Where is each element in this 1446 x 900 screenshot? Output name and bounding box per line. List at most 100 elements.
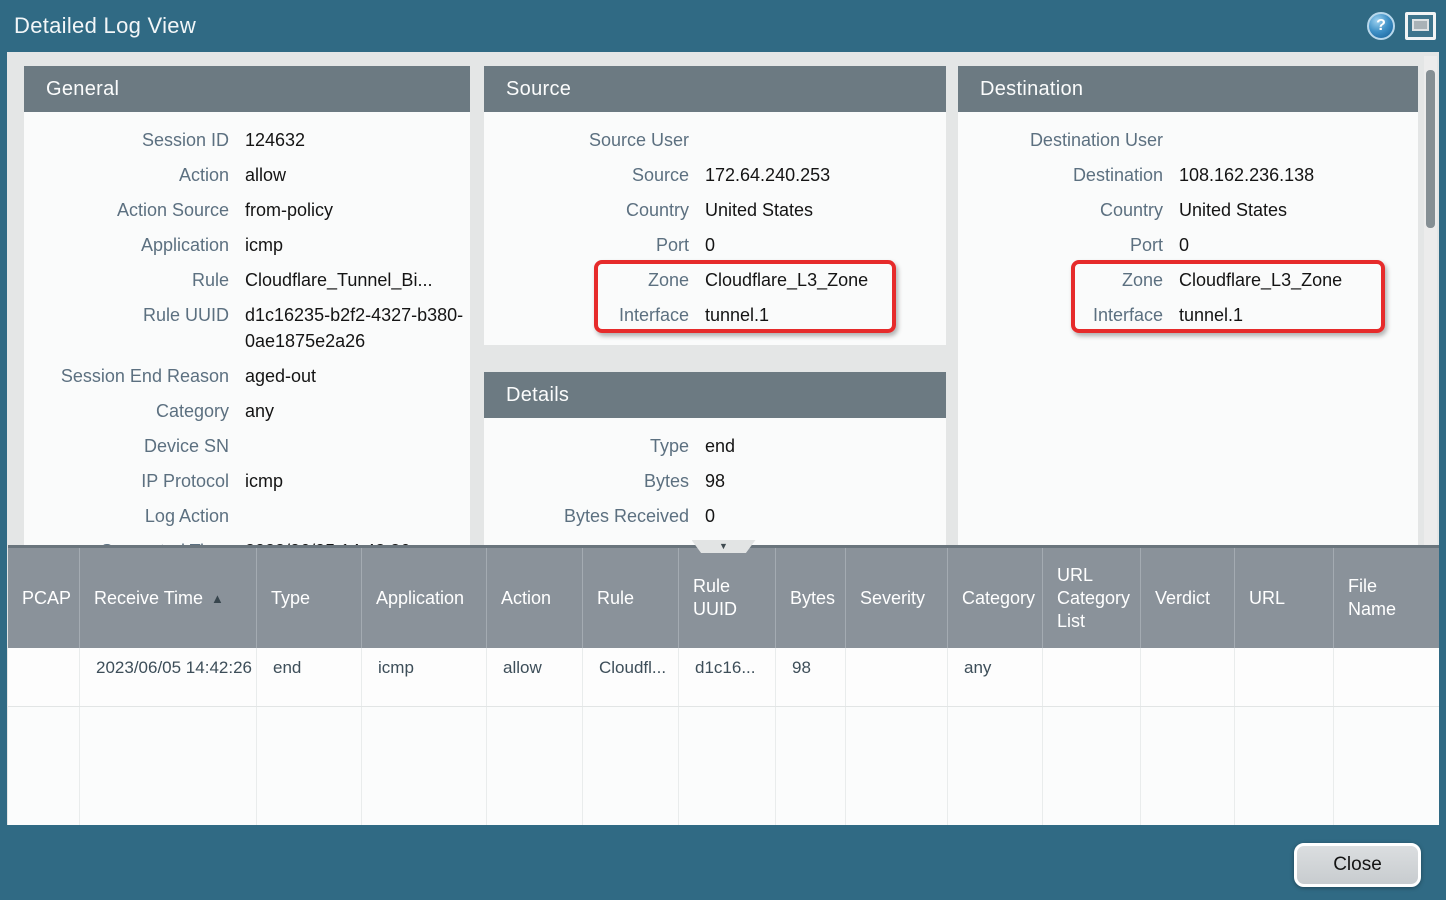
table-filler-cell	[948, 707, 1043, 825]
column-header[interactable]: Receive Time ▲	[80, 548, 257, 648]
field-value: 124632	[245, 127, 305, 153]
field-row: Bytes 98	[484, 468, 946, 494]
field-row: Bytes Received 0	[484, 503, 946, 529]
field-label: Port	[484, 232, 689, 258]
field-value: allow	[245, 162, 286, 188]
table-cell	[846, 648, 948, 706]
table-filler-cell	[846, 707, 948, 825]
source-zone-highlight-box	[594, 260, 896, 333]
scrollbar-thumb[interactable]	[1426, 70, 1435, 228]
column-header[interactable]: URL	[1235, 548, 1334, 648]
field-label: Action Source	[24, 197, 229, 223]
field-row: Port 0	[958, 232, 1418, 258]
field-value: United States	[1179, 197, 1287, 223]
column-header[interactable]: PCAP	[8, 548, 80, 648]
column-header-label: URL Category List	[1057, 564, 1130, 633]
close-button[interactable]: Close	[1294, 843, 1421, 887]
panel-general: General Session ID 124632 Action allow A…	[24, 66, 470, 611]
panel-destination: Destination Destination User Destination…	[958, 66, 1418, 611]
table-filler-cell	[776, 707, 846, 825]
table-cell: end	[257, 648, 362, 706]
table-row[interactable]: 2023/06/05 14:42:26 end icmp allow Cloud…	[8, 648, 1439, 707]
collapse-table-handle[interactable]: ▼	[692, 540, 756, 553]
table-filler-cell	[362, 707, 487, 825]
column-header[interactable]: Application	[362, 548, 487, 648]
maximize-icon[interactable]	[1405, 12, 1436, 40]
field-row: Session ID 124632	[24, 127, 470, 153]
dialog-title: Detailed Log View	[14, 13, 196, 39]
field-value: Cloudflare_Tunnel_Bi...	[245, 267, 432, 293]
column-header[interactable]: Category	[948, 548, 1043, 648]
field-label: Country	[484, 197, 689, 223]
field-label: Device SN	[24, 433, 229, 459]
panel-source-header: Source	[484, 66, 946, 112]
column-header-label: Receive Time	[94, 587, 203, 610]
column-header[interactable]: File Name	[1334, 548, 1439, 648]
table-filler-cell	[583, 707, 679, 825]
field-label: Rule	[24, 267, 229, 293]
field-row: Type end	[484, 433, 946, 459]
field-label: IP Protocol	[24, 468, 229, 494]
table-cell	[1141, 648, 1235, 706]
table-header: PCAP Receive Time ▲ Type Applicat	[8, 548, 1439, 648]
column-header-label: Application	[376, 587, 464, 610]
column-header[interactable]: Rule UUID	[679, 548, 776, 648]
field-row: Rule Cloudflare_Tunnel_Bi...	[24, 267, 470, 293]
field-row: Country United States	[958, 197, 1418, 223]
field-row: Port 0	[484, 232, 946, 258]
column-header-label: Rule	[597, 587, 634, 610]
column-header-label: Rule UUID	[693, 575, 763, 621]
collapse-caret-icon: ▼	[719, 542, 728, 551]
scrollbar-track[interactable]	[1424, 56, 1437, 545]
table-filler	[8, 707, 1439, 825]
field-row: Rule UUID d1c16235-b2f2-4327-b380-0ae187…	[24, 302, 470, 354]
table-cell: allow	[487, 648, 583, 706]
titlebar-icons: ?	[1367, 12, 1436, 40]
column-header-label: Verdict	[1155, 587, 1210, 610]
table-filler-cell	[1141, 707, 1235, 825]
table-cell: 2023/06/05 14:42:26	[80, 648, 257, 706]
column-header-label: Action	[501, 587, 551, 610]
field-row: Source 172.64.240.253	[484, 162, 946, 188]
column-header[interactable]: Bytes	[776, 548, 846, 648]
field-value: icmp	[245, 468, 283, 494]
panel-details-fields: Type end Bytes 98 Bytes Received 0	[484, 418, 946, 529]
field-row: Action allow	[24, 162, 470, 188]
column-header[interactable]: Severity	[846, 548, 948, 648]
field-label: Port	[958, 232, 1163, 258]
maximize-icon-inner	[1412, 19, 1429, 31]
field-label: Source User	[484, 127, 689, 153]
detailed-log-view-dialog: Detailed Log View ? General Session ID 1…	[0, 0, 1446, 900]
field-label: Type	[484, 433, 689, 459]
field-value: icmp	[245, 232, 283, 258]
field-row: Application icmp	[24, 232, 470, 258]
table-filler-cell	[487, 707, 583, 825]
panel-destination-header: Destination	[958, 66, 1418, 112]
column-header[interactable]: URL Category List	[1043, 548, 1141, 648]
table-filler-cell	[8, 707, 80, 825]
column-header[interactable]: Verdict	[1141, 548, 1235, 648]
field-label: Source	[484, 162, 689, 188]
table-cell: icmp	[362, 648, 487, 706]
field-value: 0	[705, 232, 715, 258]
column-header-label: PCAP	[22, 587, 71, 610]
table-cell: Cloudfl...	[583, 648, 679, 706]
table-cell	[1043, 648, 1141, 706]
field-label: Session ID	[24, 127, 229, 153]
field-value: 98	[705, 468, 725, 494]
column-header-label: Bytes	[790, 587, 835, 610]
table-cell: 98	[776, 648, 846, 706]
table-filler-cell	[1043, 707, 1141, 825]
field-label: Country	[958, 197, 1163, 223]
column-header[interactable]: Type	[257, 548, 362, 648]
panel-general-fields: Session ID 124632 Action allow Action So…	[24, 112, 470, 564]
field-row: Destination 108.162.236.138	[958, 162, 1418, 188]
help-icon[interactable]: ?	[1367, 12, 1395, 40]
field-label: Session End Reason	[24, 363, 229, 389]
column-header[interactable]: Rule	[583, 548, 679, 648]
field-label: Log Action	[24, 503, 229, 529]
field-row: Action Source from-policy	[24, 197, 470, 223]
field-value: 172.64.240.253	[705, 162, 830, 188]
field-value: d1c16235-b2f2-4327-b380-0ae1875e2a26	[245, 302, 470, 354]
column-header[interactable]: Action	[487, 548, 583, 648]
